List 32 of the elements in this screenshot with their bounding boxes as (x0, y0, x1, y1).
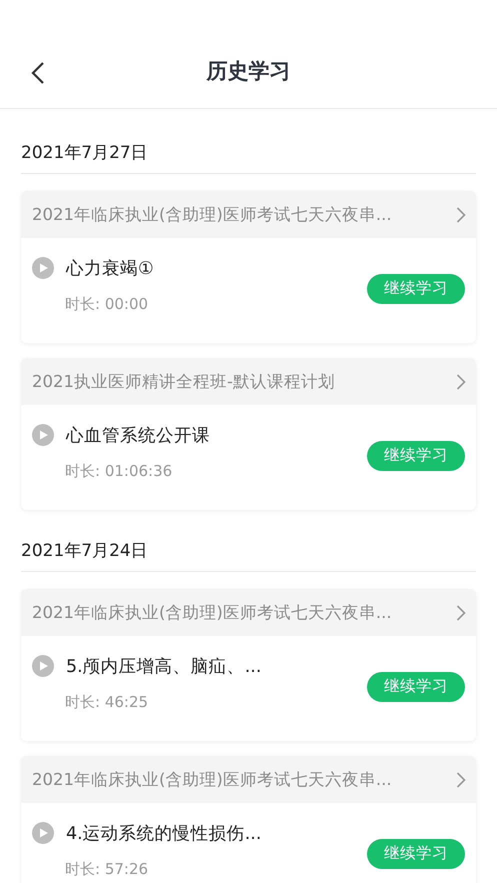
lesson-title: 心血管系统公开课 (66, 424, 210, 446)
course-header[interactable]: 2021执业医师精讲全程班-默认课程计划 (21, 358, 476, 405)
chevron-right-icon (456, 206, 466, 222)
lesson-title: 心力衰竭① (66, 258, 154, 280)
duration-text: 时长: 01:06:36 (64, 462, 174, 480)
lesson-title: 4.运动系统的慢性损伤... (66, 822, 262, 844)
chevron-right-icon (456, 374, 466, 390)
continue-button[interactable]: 继续学习 (367, 672, 465, 702)
duration-text: 时长: 57:26 (64, 860, 150, 878)
play-icon (32, 654, 54, 676)
course-header[interactable]: 2021年临床执业(含助理)医师考试七天六夜串... (21, 756, 476, 803)
date-heading: 2021年7月27日 (21, 109, 476, 174)
page-title: 历史学习 (206, 58, 290, 85)
course-title: 2021年临床执业(含助理)医师考试七天六夜串... (32, 768, 392, 790)
course-title: 2021年临床执业(含助理)医师考试七天六夜串... (32, 204, 392, 226)
chevron-right-icon (456, 772, 466, 788)
continue-button[interactable]: 继续学习 (367, 274, 465, 304)
course-title: 2021执业医师精讲全程班-默认课程计划 (32, 370, 335, 392)
duration-text: 时长: 00:00 (64, 294, 150, 314)
continue-button[interactable]: 继续学习 (367, 838, 465, 868)
course-header[interactable]: 2021年临床执业(含助理)医师考试七天六夜串... (21, 589, 476, 636)
back-icon[interactable] (31, 62, 45, 84)
duration-text: 时长: 46:25 (64, 692, 150, 712)
course-header[interactable]: 2021年临床执业(含助理)医师考试七天六夜串... (21, 191, 476, 238)
play-icon (32, 256, 54, 278)
course-title: 2021年临床执业(含助理)医师考试七天六夜串... (32, 602, 392, 624)
play-icon (32, 424, 54, 446)
lesson-title: 5.颅内压增高、脑疝、... (66, 656, 262, 678)
date-heading: 2021年7月24日 (21, 525, 476, 572)
play-icon (32, 822, 54, 844)
chevron-right-icon (456, 604, 466, 620)
continue-button[interactable]: 继续学习 (367, 440, 465, 470)
